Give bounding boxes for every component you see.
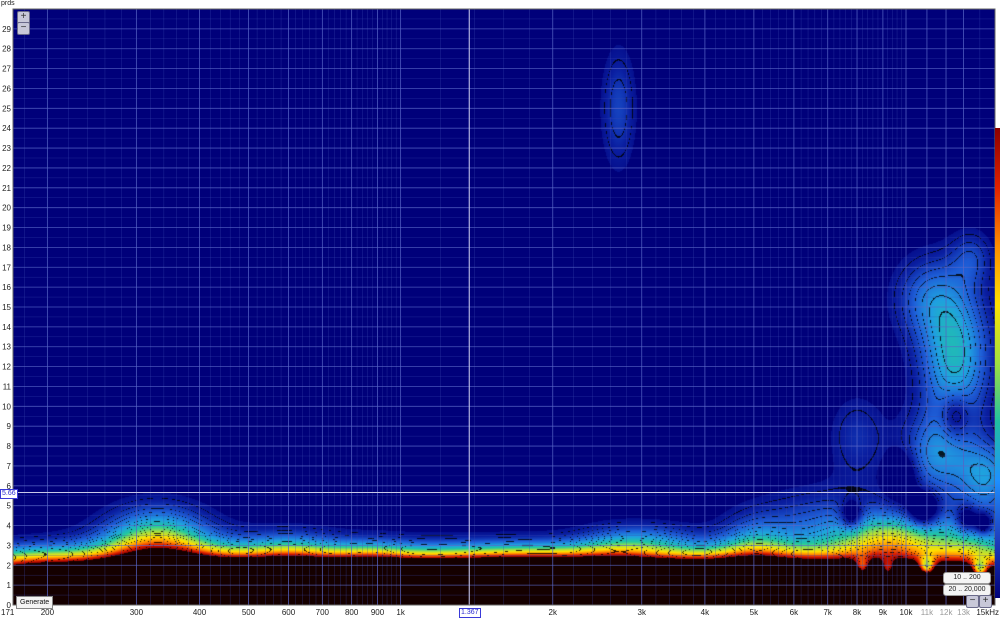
- x-tick-label: 13k: [957, 608, 971, 617]
- y-tick-label: 23: [2, 144, 11, 153]
- x-tick-label: 800: [345, 608, 359, 617]
- grid-lines: [12, 8, 996, 606]
- x-tick-label: 9k: [879, 608, 888, 617]
- y-tick-label: 18: [2, 243, 11, 252]
- x-tick-label: 7k: [823, 608, 832, 617]
- y-tick-label: 26: [2, 84, 11, 93]
- x-tick-label: 11k: [921, 608, 934, 617]
- range-button-10-200[interactable]: 10 .. 200: [943, 572, 991, 584]
- y-tick-label: 15: [2, 303, 11, 312]
- x-tick-label: 171: [1, 608, 15, 617]
- x-tick-label: 700: [316, 608, 330, 617]
- x-tick-label: 10k: [900, 608, 914, 617]
- cursor-x-readout: 1.367: [459, 608, 481, 618]
- y-tick-label: 25: [2, 104, 11, 113]
- minus-icon[interactable]: −: [17, 22, 30, 35]
- x-tick-label: 300: [130, 608, 144, 617]
- x-tick-label: 1k: [396, 608, 405, 617]
- x-tick-label: 15kHz: [976, 608, 999, 617]
- x-tick-label: 200: [41, 608, 55, 617]
- y-tick-label: 17: [2, 263, 11, 272]
- y-tick-label: 12: [2, 363, 11, 372]
- x-tick-label: 2k: [549, 608, 558, 617]
- y-tick-label: 4: [7, 522, 12, 531]
- y-tick-label: 7: [7, 462, 12, 471]
- generate-button[interactable]: Generate: [16, 596, 54, 609]
- y-tick-label: 14: [2, 323, 11, 332]
- y-tick-label: 13: [2, 343, 11, 352]
- y-tick-label: 2: [7, 561, 12, 570]
- y-tick-label: 11: [3, 382, 12, 391]
- cursor-y-readout: 5.66: [0, 489, 18, 499]
- x-tick-label: 6k: [790, 608, 799, 617]
- minus-icon[interactable]: −: [966, 595, 979, 608]
- x-tick-label: 5k: [750, 608, 759, 617]
- x-tick-label: 500: [242, 608, 256, 617]
- y-tick-label: 10: [2, 402, 11, 411]
- y-tick-label: 8: [7, 442, 12, 451]
- y-tick-label: 1: [7, 581, 12, 590]
- plot-svg[interactable]: 0123456789101112131415161718192021222324…: [0, 0, 1000, 618]
- plus-icon[interactable]: +: [979, 595, 992, 608]
- x-tick-label: 400: [193, 608, 207, 617]
- x-tick-label: 8k: [853, 608, 862, 617]
- x-tick-label: 12k: [940, 608, 954, 617]
- x-tick-label: 3k: [638, 608, 647, 617]
- x-tick-label: 900: [371, 608, 385, 617]
- color-scale-bar: [995, 128, 1000, 598]
- y-tick-label: 28: [2, 45, 11, 54]
- y-tick-label: 3: [7, 541, 12, 550]
- y-tick-label: 24: [2, 124, 11, 133]
- y-tick-label: 9: [7, 422, 12, 431]
- y-tick-label: 27: [2, 65, 11, 74]
- y-tick-label: 16: [2, 283, 11, 292]
- y-tick-label: 20: [2, 204, 11, 213]
- spectrogram-chart: prds 0 1 2 3 4 5 6 7 8 9 10 11 12 13 14 15 16 17 18 19 20 21 2…: [0, 0, 1000, 618]
- y-tick-label: 22: [2, 164, 11, 173]
- y-tick-label: 21: [2, 184, 11, 193]
- y-tick-label: 19: [2, 224, 11, 233]
- x-tick-label: 4k: [701, 608, 710, 617]
- x-tick-label: 600: [282, 608, 296, 617]
- y-tick-label: 5: [7, 502, 12, 511]
- y-tick-label: 29: [2, 25, 11, 34]
